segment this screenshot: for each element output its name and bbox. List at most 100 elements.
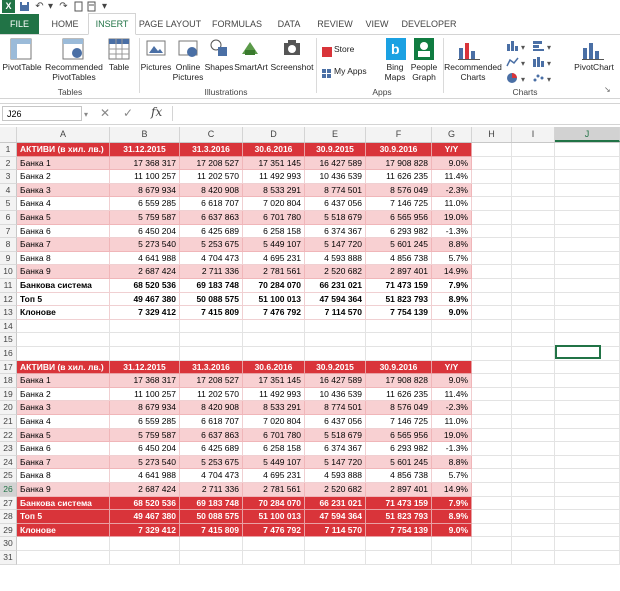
select-all-corner[interactable] xyxy=(0,127,17,142)
empty-cell[interactable] xyxy=(472,496,512,511)
tab-data[interactable]: DATA xyxy=(271,14,307,34)
empty-cell[interactable] xyxy=(555,483,620,497)
empty-cell[interactable] xyxy=(472,510,512,524)
bank-name-cell[interactable]: Банка 3 xyxy=(17,401,110,415)
empty-cell[interactable] xyxy=(110,319,180,334)
value-cell[interactable]: 2 520 682 xyxy=(305,483,366,497)
tab-home[interactable]: HOME xyxy=(45,14,85,34)
empty-cell[interactable] xyxy=(305,551,366,565)
empty-cell[interactable] xyxy=(305,347,366,361)
empty-cell[interactable] xyxy=(472,401,512,415)
table-button[interactable]: Table xyxy=(104,62,134,72)
empty-cell[interactable] xyxy=(512,211,555,225)
total-value-cell[interactable]: 8.9% xyxy=(432,510,472,524)
row-header[interactable]: 1 xyxy=(0,143,17,157)
value-cell[interactable]: 16 427 589 xyxy=(305,156,366,171)
value-cell[interactable]: 5 253 675 xyxy=(180,238,243,252)
value-cell[interactable]: 5 147 720 xyxy=(305,455,366,470)
value-cell[interactable]: 6 258 158 xyxy=(243,442,305,456)
empty-cell[interactable] xyxy=(512,428,555,443)
document-icon[interactable] xyxy=(86,1,97,12)
value-cell[interactable]: 5 601 245 xyxy=(366,238,432,252)
empty-cell[interactable] xyxy=(512,510,555,524)
column-header-b[interactable]: B xyxy=(110,127,180,142)
total-value-cell[interactable]: 7 476 792 xyxy=(243,523,305,538)
empty-cell[interactable] xyxy=(555,292,620,307)
my-apps-icon[interactable] xyxy=(322,66,332,84)
row-header[interactable]: 16 xyxy=(0,347,17,361)
empty-cell[interactable] xyxy=(512,251,555,266)
value-cell[interactable]: 4 704 473 xyxy=(180,251,243,266)
empty-cell[interactable] xyxy=(472,224,512,239)
value-cell[interactable]: 8 679 934 xyxy=(110,401,180,415)
empty-cell[interactable] xyxy=(472,442,512,456)
column-header-e[interactable]: E xyxy=(305,127,366,142)
total-value-cell[interactable]: 7 476 792 xyxy=(243,306,305,320)
total-value-cell[interactable]: 7 754 139 xyxy=(366,523,432,538)
empty-cell[interactable] xyxy=(555,319,620,334)
value-cell[interactable]: 10 436 539 xyxy=(305,387,366,402)
tab-developer[interactable]: DEVELOPER xyxy=(400,14,458,34)
tab-review[interactable]: REVIEW xyxy=(313,14,357,34)
value-cell[interactable]: -2.3% xyxy=(432,401,472,415)
value-cell[interactable]: 8 420 908 xyxy=(180,183,243,198)
undo-icon[interactable]: ↶ xyxy=(34,1,45,12)
table-header-cell[interactable]: 30.9.2016 xyxy=(366,360,432,375)
empty-cell[interactable] xyxy=(180,333,243,347)
empty-cell[interactable] xyxy=(512,333,555,347)
empty-cell[interactable] xyxy=(243,537,305,551)
empty-cell[interactable] xyxy=(512,319,555,334)
empty-cell[interactable] xyxy=(366,347,432,361)
active-cell-selection[interactable] xyxy=(555,345,601,359)
empty-cell[interactable] xyxy=(17,347,110,361)
empty-cell[interactable] xyxy=(243,319,305,334)
empty-cell[interactable] xyxy=(512,306,555,320)
worksheet-grid[interactable]: 1 АКТИВИ (в хил. лв.) 31.12.2015 31.3.2016 3… xyxy=(0,143,620,591)
row-header[interactable]: 19 xyxy=(0,387,17,402)
value-cell[interactable]: 5 253 675 xyxy=(180,455,243,470)
value-cell[interactable]: 5 759 587 xyxy=(110,211,180,225)
empty-cell[interactable] xyxy=(243,347,305,361)
empty-cell[interactable] xyxy=(17,537,110,551)
value-cell[interactable]: 7 020 804 xyxy=(243,415,305,429)
people-graph-icon[interactable] xyxy=(414,38,434,65)
row-header[interactable]: 29 xyxy=(0,523,17,538)
empty-cell[interactable] xyxy=(472,279,512,293)
value-cell[interactable]: 17 368 317 xyxy=(110,374,180,388)
table-header-title[interactable]: АКТИВИ (в хил. лв.) xyxy=(17,143,110,157)
empty-cell[interactable] xyxy=(555,170,620,184)
empty-cell[interactable] xyxy=(555,401,620,415)
empty-cell[interactable] xyxy=(472,360,512,375)
value-cell[interactable]: 8 576 049 xyxy=(366,183,432,198)
total-value-cell[interactable]: 69 183 748 xyxy=(180,496,243,511)
empty-cell[interactable] xyxy=(555,442,620,456)
empty-cell[interactable] xyxy=(512,401,555,415)
value-cell[interactable]: 6 618 707 xyxy=(180,415,243,429)
empty-cell[interactable] xyxy=(472,238,512,252)
total-value-cell[interactable]: 9.0% xyxy=(432,306,472,320)
value-cell[interactable]: 5 759 587 xyxy=(110,428,180,443)
tab-formulas[interactable]: FORMULAS xyxy=(209,14,265,34)
table-header-cell[interactable]: 31.12.2015 xyxy=(110,360,180,375)
value-cell[interactable]: 11 100 257 xyxy=(110,170,180,184)
customize-qat-icon[interactable]: ▾ xyxy=(99,1,110,12)
empty-cell[interactable] xyxy=(512,523,555,538)
value-cell[interactable]: 17 351 145 xyxy=(243,156,305,171)
value-cell[interactable]: 4 704 473 xyxy=(180,469,243,483)
empty-cell[interactable] xyxy=(472,292,512,307)
total-value-cell[interactable]: 50 088 575 xyxy=(180,510,243,524)
bing-maps-icon[interactable]: b xyxy=(386,38,406,65)
total-value-cell[interactable]: 71 473 159 xyxy=(366,496,432,511)
recommended-pivottables-button[interactable]: Recommended PivotTables xyxy=(44,62,104,82)
empty-cell[interactable] xyxy=(512,197,555,211)
value-cell[interactable]: 11.4% xyxy=(432,170,472,184)
column-header-h[interactable]: H xyxy=(472,127,512,142)
empty-cell[interactable] xyxy=(472,537,512,551)
empty-cell[interactable] xyxy=(110,551,180,565)
value-cell[interactable]: 8 774 501 xyxy=(305,401,366,415)
total-label-cell[interactable]: Банкова система xyxy=(17,279,110,293)
value-cell[interactable]: 11 492 993 xyxy=(243,387,305,402)
shapes-button[interactable]: Shapes xyxy=(204,62,234,72)
value-cell[interactable]: 2 711 336 xyxy=(180,483,243,497)
total-label-cell[interactable]: Банкова система xyxy=(17,496,110,511)
